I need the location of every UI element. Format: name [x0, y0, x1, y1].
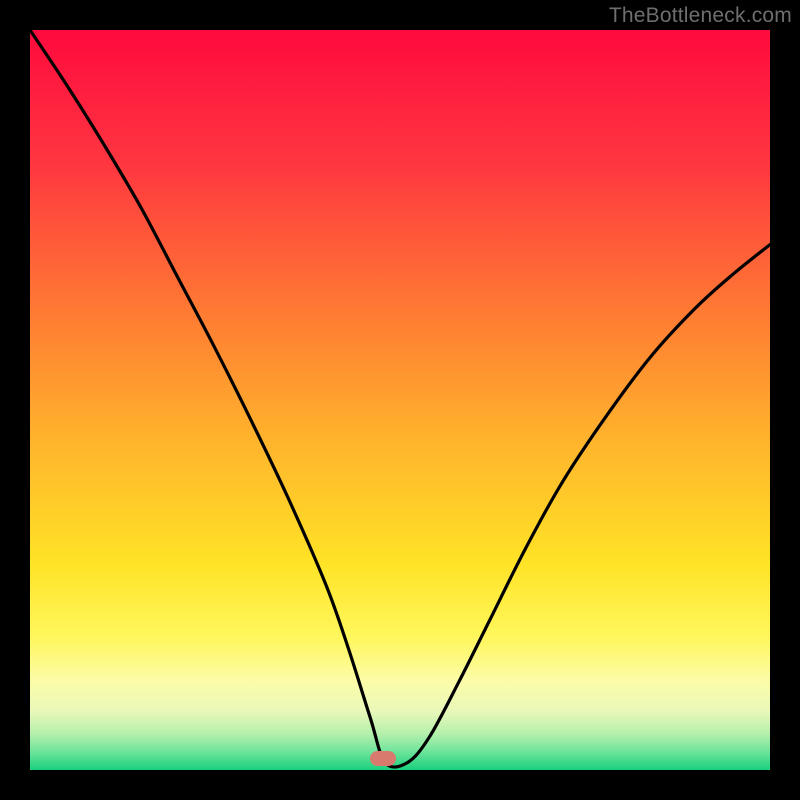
plot-area [30, 30, 770, 770]
bottleneck-curve [30, 30, 770, 770]
chart-frame: TheBottleneck.com [0, 0, 800, 800]
watermark-text: TheBottleneck.com [609, 4, 792, 28]
optimal-marker [370, 751, 396, 766]
